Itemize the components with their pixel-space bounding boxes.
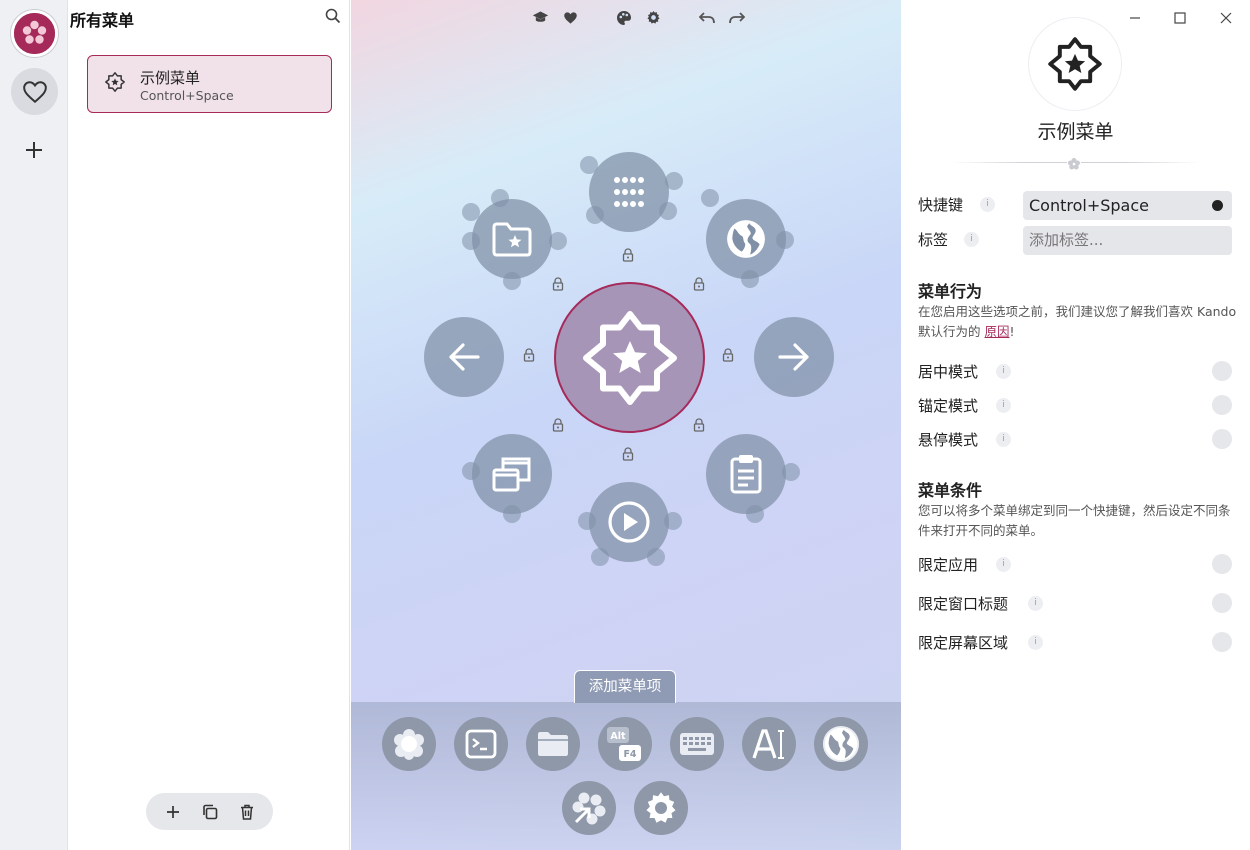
hover-mode-toggle[interactable] (1212, 429, 1232, 449)
folder-star-icon[interactable] (472, 199, 552, 279)
menu-list-item[interactable]: 示例菜单 Control+Space (87, 55, 332, 113)
centered-mode-info-icon[interactable]: i (996, 364, 1011, 379)
terminal-icon[interactable] (454, 717, 508, 771)
behavior-description: 在您启用这些选项之前，我们建议您了解我们喜欢 Kando 默认行为的 原因! (918, 304, 1237, 339)
grandchild-dot (701, 189, 719, 207)
search-icon[interactable] (325, 8, 343, 26)
menu-list-actions (146, 793, 273, 830)
preview-toolbar (531, 8, 746, 27)
windows-icon[interactable] (472, 434, 552, 514)
add-menu-item-tab[interactable]: 添加菜单项 (574, 670, 676, 703)
shortcut-label: 快捷键 (918, 196, 964, 214)
tags-info-icon[interactable]: i (964, 232, 979, 247)
lock-icon[interactable] (693, 418, 705, 432)
center-menu-node[interactable] (554, 282, 705, 433)
redirect-icon[interactable] (562, 781, 616, 835)
app-condition-info-icon[interactable]: i (996, 557, 1011, 572)
lock-icon[interactable] (622, 447, 634, 461)
globe-icon[interactable] (706, 199, 786, 279)
behavior-section-title: 菜单行为 (918, 282, 983, 301)
lock-icon[interactable] (523, 348, 535, 362)
tags-input[interactable]: 添加标签... (1023, 226, 1232, 255)
menu-rail (0, 0, 68, 850)
hover-mode-info-icon[interactable]: i (996, 432, 1011, 447)
conditions-section-title: 菜单条件 (918, 481, 983, 500)
star-badge-icon (1048, 37, 1102, 91)
menu-properties-panel: 示例菜单 快捷键 i Control+Space 标签 i 添加标签... 菜单… (901, 0, 1250, 850)
folder-icon[interactable] (526, 717, 580, 771)
anchored-mode-info-icon[interactable]: i (996, 398, 1011, 413)
shortcut-value: Control+Space (1029, 196, 1149, 215)
duplicate-menu-icon[interactable] (197, 799, 223, 825)
anchored-mode-label: 锚定模式 (918, 397, 979, 415)
centered-mode-toggle[interactable] (1212, 361, 1232, 381)
add-collection-button[interactable] (19, 135, 49, 165)
arrow-right-icon[interactable] (754, 317, 834, 397)
apps-grid-icon[interactable] (589, 152, 669, 232)
kando-flower-icon (1067, 156, 1081, 170)
palette-icon[interactable] (614, 8, 633, 27)
menu-item-shortcut: Control+Space (140, 88, 234, 103)
conditions-description: 您可以将多个菜单绑定到同一个快捷键，然后设定不同条件来打开不同的菜单。 (918, 503, 1231, 538)
menu-icon-picker[interactable] (1029, 18, 1121, 110)
delete-menu-icon[interactable] (234, 799, 260, 825)
tags-label: 标签 (918, 231, 949, 249)
lock-icon[interactable] (722, 348, 734, 362)
redo-icon[interactable] (727, 8, 746, 27)
shortcut-info-icon[interactable]: i (980, 197, 995, 212)
lock-icon[interactable] (622, 248, 634, 262)
menu-item-name: 示例菜单 (140, 69, 201, 87)
hotkey-f4-text: F4 (623, 749, 636, 760)
submenu-icon[interactable] (382, 717, 436, 771)
learn-icon[interactable] (531, 8, 550, 27)
hotkey-alt-text: Alt (610, 731, 626, 742)
screen-area-condition-info-icon[interactable]: i (1028, 635, 1043, 650)
settings-icon[interactable] (634, 781, 688, 835)
reason-link[interactable]: 原因 (984, 324, 1009, 339)
star-badge-icon (582, 310, 677, 405)
lock-icon[interactable] (552, 418, 564, 432)
lock-icon[interactable] (552, 277, 564, 291)
record-shortcut-icon[interactable] (1212, 200, 1223, 211)
uri-icon[interactable] (814, 717, 868, 771)
app-condition-toggle[interactable] (1212, 554, 1232, 574)
text-icon[interactable] (742, 717, 796, 771)
favorites-heart-icon[interactable] (11, 68, 58, 115)
hover-mode-label: 悬停模式 (918, 431, 979, 449)
close-icon[interactable] (1218, 10, 1234, 26)
centered-mode-label: 居中模式 (918, 363, 979, 381)
shortcut-field[interactable]: Control+Space (1023, 191, 1232, 220)
star-badge-icon (104, 71, 126, 93)
lock-icon[interactable] (693, 277, 705, 291)
anchored-mode-toggle[interactable] (1212, 395, 1232, 415)
gear-icon[interactable] (644, 8, 663, 27)
arrow-left-icon[interactable] (424, 317, 504, 397)
window-title-condition-label: 限定窗口标题 (918, 595, 1009, 613)
keyboard-macro-icon[interactable] (670, 717, 724, 771)
minimize-icon[interactable] (1127, 10, 1143, 26)
play-icon[interactable] (589, 482, 669, 562)
undo-icon[interactable] (697, 8, 716, 27)
clipboard-icon[interactable] (706, 434, 786, 514)
menu-preview: 添加菜单项 Alt F4 (351, 0, 901, 850)
add-menu-icon[interactable] (160, 799, 186, 825)
screen-area-condition-label: 限定屏幕区域 (918, 634, 1009, 652)
hotkey-alt-f4-icon[interactable]: Alt F4 (598, 717, 652, 771)
maximize-icon[interactable] (1172, 10, 1188, 26)
screen-area-condition-toggle[interactable] (1212, 632, 1232, 652)
menu-list-title: 所有菜单 (70, 11, 135, 30)
app-condition-label: 限定应用 (918, 556, 979, 574)
window-title-condition-info-icon[interactable]: i (1028, 596, 1043, 611)
menu-list-panel: 所有菜单 示例菜单 Control+Space (69, 0, 350, 850)
heart-icon[interactable] (561, 8, 580, 27)
kando-logo-icon[interactable] (11, 10, 58, 57)
menu-name-title[interactable]: 示例菜单 (901, 117, 1250, 144)
window-title-condition-toggle[interactable] (1212, 593, 1232, 613)
